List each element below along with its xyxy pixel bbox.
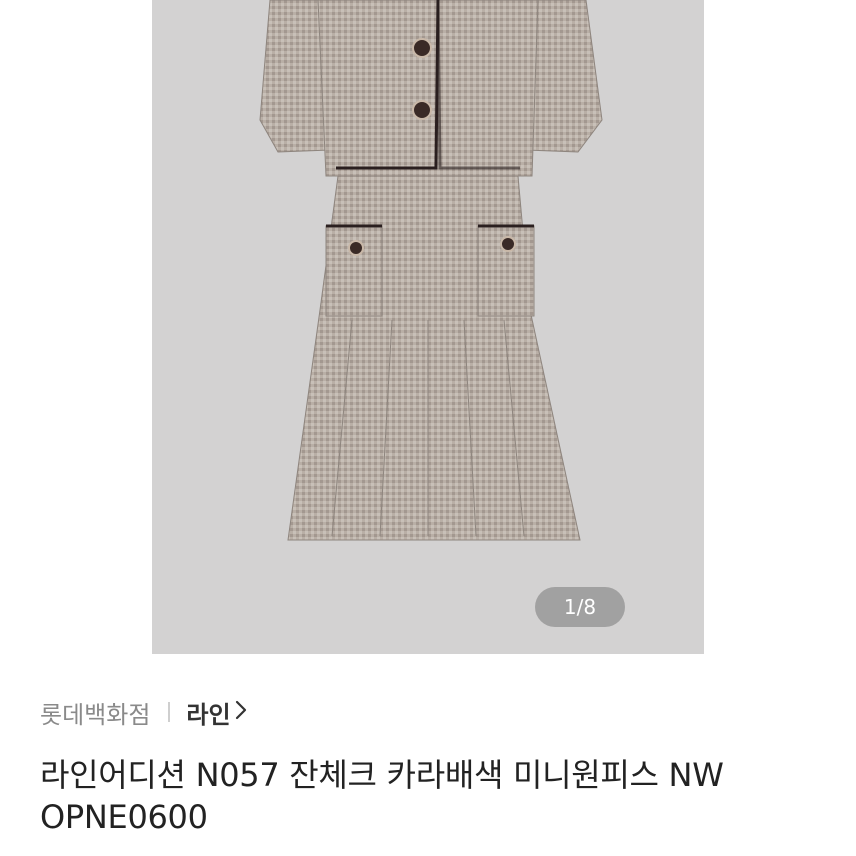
product-title: 라인어디션 N057 잔체크 카라배색 미니원피스 NW OPNE0600: [40, 756, 724, 836]
chevron-right-icon: [235, 698, 247, 726]
seller-divider: [168, 702, 171, 722]
brand-name: 라인: [186, 700, 231, 729]
dress-photo: [259, 0, 603, 541]
product-image-carousel[interactable]: 1/8: [152, 0, 704, 654]
product-page: 1/8 롯데백화점 라인 라인어디션 N057 잔체크 카라배색 미니원피스 N…: [0, 0, 856, 856]
brand-link[interactable]: 라인: [186, 695, 246, 730]
image-pager-badge: 1/8: [535, 587, 625, 627]
store-name: 롯데백화점: [40, 700, 151, 729]
seller-row: 롯데백화점 라인: [40, 692, 247, 732]
